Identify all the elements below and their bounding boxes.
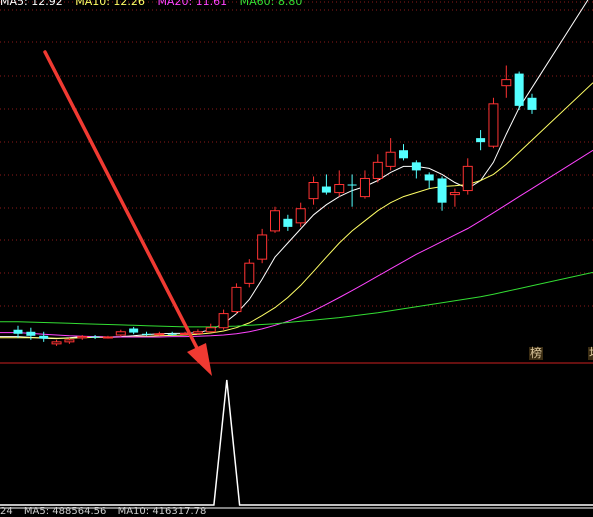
candle-body (347, 184, 357, 186)
ma5-line (0, 0, 589, 340)
candle-body (295, 208, 306, 224)
red-arrow-annotation (43, 50, 212, 376)
candle-body (449, 192, 460, 196)
candle-body (129, 328, 139, 333)
candle-body (372, 161, 383, 179)
candle-body (501, 79, 512, 87)
candle-body (244, 262, 255, 284)
candle-body (334, 184, 345, 194)
candle-body (77, 336, 88, 339)
volume-legend-prefix: 24 (0, 506, 13, 517)
candle-body (385, 151, 396, 167)
candle-body (192, 331, 203, 334)
candle-body (102, 336, 113, 339)
candle-body (231, 286, 242, 313)
candle-body (527, 97, 537, 110)
candle-body (205, 327, 216, 333)
ma20-line (0, 149, 593, 338)
badge-left[interactable]: 榜 (529, 347, 544, 360)
candle-body (399, 150, 408, 159)
candle-body (308, 182, 319, 200)
signal-line (0, 379, 593, 506)
signal-indicator (0, 379, 593, 506)
candle-body (424, 174, 434, 181)
ma5-legend-label: MA5: 12.92 (0, 0, 63, 8)
candle-body (142, 333, 151, 335)
ma20-legend-label: MA20: 11.61 (157, 0, 228, 8)
candle-body (167, 333, 177, 335)
volume-legend: 24 MA5: 488564.56 MA10: 416317.78 (0, 506, 214, 517)
candle-body (437, 178, 447, 203)
badge-right[interactable]: 地 (588, 347, 593, 360)
candle-body (39, 335, 49, 339)
candle-body (218, 313, 229, 329)
arrow-head (187, 343, 212, 376)
candle-body (154, 333, 165, 336)
candle-body (270, 210, 280, 232)
candle-body (321, 186, 331, 193)
candle-body (359, 177, 370, 198)
candle-body (462, 165, 473, 192)
volume-ma10-label: MA10: 416317.78 (117, 506, 207, 517)
candlesticks (13, 65, 537, 346)
ma-legend: MA5: 12.92 MA10: 12.26 MA20: 11.61 MA60:… (0, 0, 311, 8)
candle-body (514, 73, 524, 106)
candle-body (64, 339, 75, 343)
candle-body (257, 234, 268, 260)
stock-chart (0, 0, 593, 509)
price-gridlines (0, 1, 593, 307)
ma60-legend-label: MA60: 8.80 (239, 0, 303, 8)
arrow-shaft (43, 50, 200, 352)
moving-average-lines (0, 0, 593, 340)
candle-body (476, 138, 486, 143)
candle-body (411, 162, 421, 171)
candle-body (488, 103, 499, 147)
candle-body (26, 331, 36, 336)
volume-ma5-label: MA5: 488564.56 (23, 506, 107, 517)
candle-body (115, 331, 126, 336)
candle-body (90, 336, 100, 338)
ma60-line (0, 271, 593, 328)
candle-body (51, 341, 62, 345)
candle-body (13, 329, 23, 334)
ma10-legend-label: MA10: 12.26 (75, 0, 145, 8)
candle-body (283, 218, 293, 227)
